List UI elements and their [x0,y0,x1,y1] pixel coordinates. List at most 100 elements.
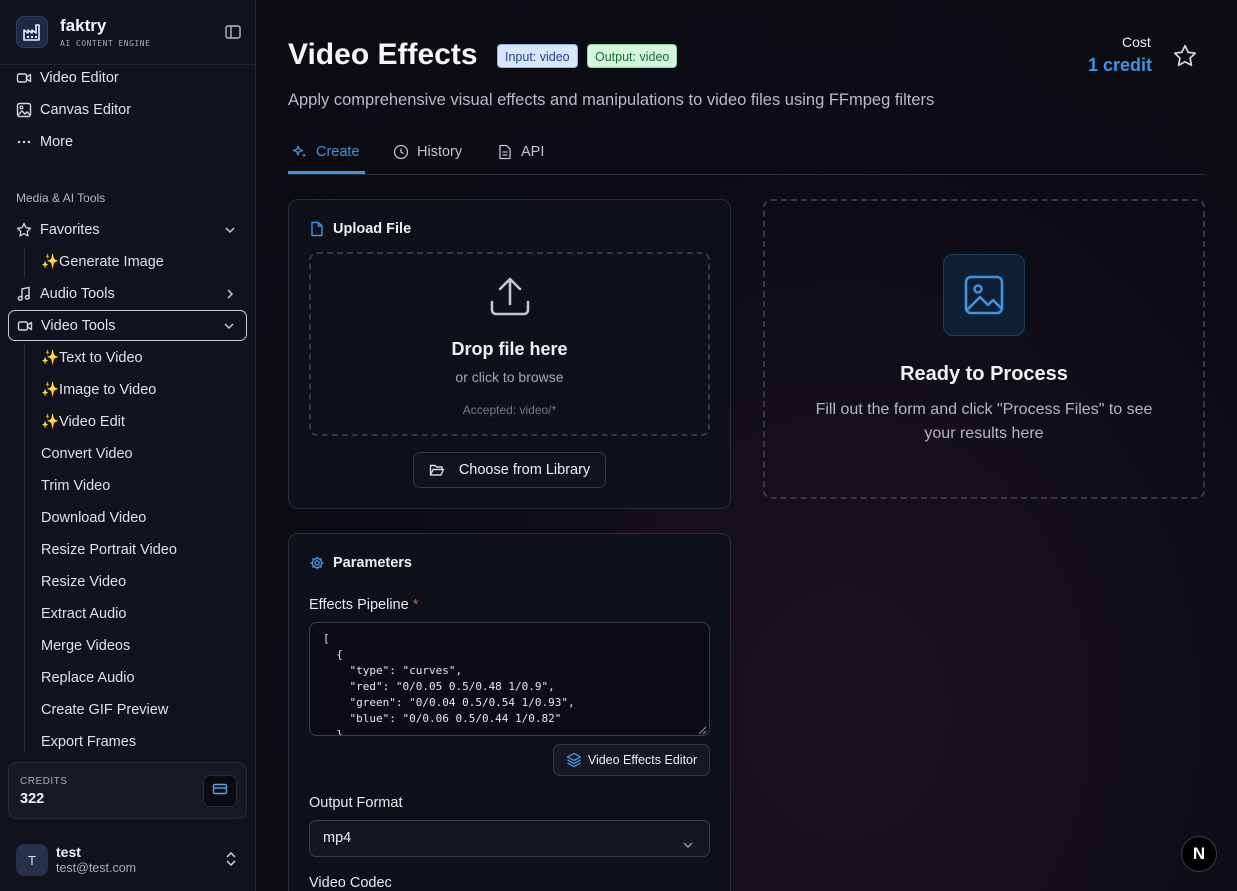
star-icon [16,222,32,238]
sidebar: faktry AI CONTENT ENGINE Video Editor Ca… [0,0,256,891]
ellipsis-icon [16,134,32,150]
credits-value: 322 [20,791,45,807]
document-icon [497,144,513,160]
user-menu[interactable]: T test test@test.com [16,843,240,877]
sidebar-toggle-icon[interactable] [224,23,242,46]
sidebar-item-video-editor[interactable]: Video Editor [16,63,119,93]
credit-card-button[interactable] [203,775,237,807]
sidebar-subitem-convert-video[interactable]: Convert Video [41,443,133,465]
file-icon [309,221,325,237]
input-badge: Input: video [497,44,578,68]
cost-value: 1 credit [1088,55,1153,75]
chevron-down-icon [681,831,695,866]
parameters-card-title: Parameters [309,555,412,571]
button-label: Choose from Library [458,462,591,478]
tab-create[interactable]: Create [292,144,360,160]
sidebar-subitem-video-edit[interactable]: ✨Video Edit [41,411,125,433]
layers-icon [566,752,582,768]
sparkles-icon [292,144,308,160]
main-content: Video Effects Input: video Output: video… [256,0,1237,891]
video-effects-editor-button[interactable]: Video Effects Editor [553,744,710,776]
sidebar-subitem-create-gif-preview[interactable]: Create GIF Preview [41,699,168,721]
ready-text: Fill out the form and click "Process Fil… [815,401,1153,442]
chevron-right-icon[interactable] [223,287,237,306]
effects-pipeline-label: Effects Pipeline * [309,597,418,613]
sidebar-item-video-tools[interactable]: Video Tools [17,311,115,341]
tab-bar: Create History API [288,136,1205,175]
folder-open-icon [429,462,445,478]
accepted-types: Accepted: video/* [462,403,557,417]
tab-history[interactable]: History [393,144,462,160]
credit-card-icon [212,781,228,802]
label-text: Effects Pipeline [309,597,409,613]
chevrons-up-down-icon[interactable] [224,851,238,872]
sidebar-item-label: Audio Tools [40,286,115,302]
card-title-text: Parameters [333,555,412,571]
sidebar-item-label: Favorites [40,222,100,238]
image-placeholder-icon [943,254,1025,336]
image-icon [16,102,32,118]
sidebar-subitem-image-to-video[interactable]: ✨Image to Video [41,379,156,401]
sub-rail [24,343,25,753]
sidebar-item-label: Canvas Editor [40,102,132,118]
upload-icon [488,274,532,323]
parameters-card: Parameters Effects Pipeline * [ { "type"… [288,533,731,891]
drop-subtitle: or click to browse [455,369,564,385]
output-badge: Output: video [587,44,678,68]
factory-icon [16,16,48,48]
page-title: Video Effects [288,38,478,71]
cost-label: Cost [1122,34,1151,50]
sidebar-subitem-merge-videos[interactable]: Merge Videos [41,635,130,657]
video-camera-icon [17,318,33,334]
button-label: Video Effects Editor [587,753,698,767]
upload-card-title: Upload File [309,221,411,237]
favorite-star-icon[interactable] [1172,43,1198,74]
brand[interactable]: faktry AI CONTENT ENGINE [16,16,150,48]
chevron-down-icon[interactable] [223,223,237,242]
brand-name: faktry [60,15,107,35]
sidebar-subitem-extract-audio[interactable]: Extract Audio [41,603,126,625]
tab-label: Create [316,144,360,160]
clock-icon [393,144,409,160]
sidebar-item-more[interactable]: More [16,127,73,157]
gear-icon [309,555,325,571]
sidebar-subitem-export-frames[interactable]: Export Frames [41,731,136,753]
active-tab-indicator [288,171,365,174]
credits-card: CREDITS 322 [8,762,247,819]
sidebar-subitem-replace-audio[interactable]: Replace Audio [41,667,135,689]
sidebar-subitem-download-video[interactable]: Download Video [41,507,146,529]
ready-title: Ready to Process [900,363,1068,385]
sidebar-item-label: Video Editor [40,70,119,86]
choose-from-library-button[interactable]: Choose from Library [413,452,606,488]
page-subtitle: Apply comprehensive visual effects and m… [288,91,935,109]
avatar: T [16,844,48,876]
chevron-down-icon[interactable] [222,319,236,338]
output-format-select[interactable]: mp4 [309,820,710,857]
sidebar-subitem-resize-portrait-video[interactable]: Resize Portrait Video [41,539,177,561]
sidebar-subitem-text-to-video[interactable]: ✨Text to Video [41,347,143,369]
drop-title: Drop file here [451,339,568,359]
section-label: Media & AI Tools [16,191,106,205]
select-value: mp4 [323,830,352,846]
user-name: test [56,844,81,860]
card-title-text: Upload File [333,221,412,237]
tab-api[interactable]: API [497,144,544,160]
effects-pipeline-textarea[interactable]: [ { "type": "curves", "red": "0/0.05 0.5… [309,622,710,736]
brand-tagline: AI CONTENT ENGINE [60,38,151,48]
sidebar-item-audio-tools[interactable]: Audio Tools [16,279,115,309]
required-mark: * [412,597,419,613]
music-note-icon [16,286,32,302]
sidebar-subitem-generate-image[interactable]: ✨Generate Image [41,251,164,273]
sidebar-subitem-trim-video[interactable]: Trim Video [41,475,110,497]
next-dev-badge[interactable]: N [1181,836,1217,872]
sidebar-item-label: Video Tools [41,318,116,334]
output-format-label: Output Format [309,795,403,811]
sidebar-item-canvas-editor[interactable]: Canvas Editor [16,95,131,125]
sidebar-subitem-resize-video[interactable]: Resize Video [41,571,126,593]
result-panel: Ready to Process Fill out the form and c… [763,199,1205,499]
user-email: test@test.com [56,861,137,875]
tab-label: History [417,144,463,160]
video-editor-icon [16,70,32,86]
file-dropzone[interactable]: Drop file here or click to browse Accept… [309,252,710,436]
sidebar-item-favorites[interactable]: Favorites [16,215,100,245]
